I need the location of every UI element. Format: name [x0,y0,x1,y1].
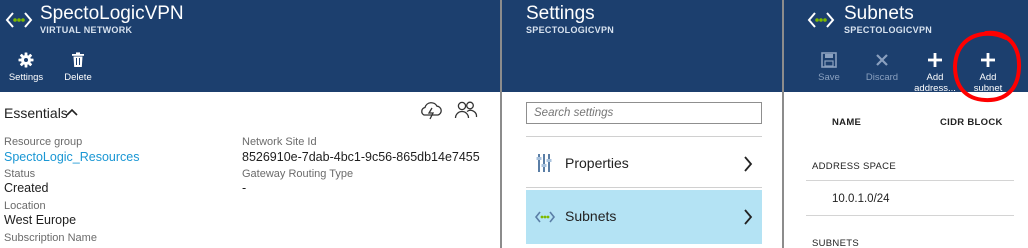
row-divider [806,180,1014,181]
users-icon[interactable] [454,100,478,120]
divider [526,187,762,188]
chevron-right-icon [744,156,753,172]
location-label: Location [4,200,46,212]
network-site-id-label: Network Site Id [242,136,317,148]
settings-blade-header: Settings SPECTOLOGICVPN [502,0,782,92]
subscription-name-label: Subscription Name [4,232,97,244]
highlight-circle [952,30,1022,103]
virtual-network-blade: SpectoLogicVPN VIRTUAL NETWORK Settings [0,0,500,248]
save-button[interactable]: Save [812,51,846,83]
column-header-cidr-block: CIDR BLOCK [940,117,1003,128]
gear-icon [18,52,34,68]
chevron-up-icon[interactable] [66,108,78,116]
settings-item-label: Subnets [565,208,617,224]
properties-icon [536,154,552,172]
add-icon [928,53,942,67]
search-settings-input[interactable] [526,102,762,124]
subnets-icon [534,211,556,223]
subnets-blade-header: Subnets SPECTOLOGICVPN Save Discard Add [784,0,1028,103]
virtual-network-icon [5,12,33,28]
vnet-blade-header: SpectoLogicVPN VIRTUAL NETWORK Settings [0,0,500,92]
settings-item-properties[interactable]: Properties [526,137,762,191]
subnets-blade: Subnets SPECTOLOGICVPN Save Discard Add [784,0,1028,248]
trash-icon [72,52,84,67]
save-icon [821,52,837,68]
status-value: Created [4,181,49,195]
column-header-name: NAME [832,117,862,128]
settings-button[interactable]: Settings [7,51,45,83]
discard-icon [876,54,888,66]
gateway-routing-type-value: - [242,181,247,195]
resource-group-link[interactable]: SpectoLogic_Resources [4,150,140,164]
discard-button-label: Discard [865,72,899,83]
settings-item-subnets[interactable]: Subnets [526,190,762,244]
location-value: West Europe [4,213,77,227]
network-site-id-value: 8526910e-7dab-4bc1-9c56-865db14e7455 [242,150,480,164]
blade-title: Settings [526,3,595,24]
delete-button-label: Delete [64,72,92,83]
add-address-label-line1: Add [926,72,944,83]
discard-button[interactable]: Discard [864,51,900,83]
blade-subtitle: VIRTUAL NETWORK [40,25,133,35]
blade-subtitle: SPECTOLOGICVPN [844,25,933,35]
address-space-row[interactable]: 10.0.1.0/24 [832,193,890,205]
blade-title: Subnets [844,3,914,24]
section-header-address-space: ADDRESS SPACE [812,161,896,172]
delete-button[interactable]: Delete [60,51,96,83]
blade-title: SpectoLogicVPN [40,3,184,24]
subnets-icon [807,12,835,28]
resource-group-label: Resource group [4,136,83,148]
blade-subtitle: SPECTOLOGICVPN [526,25,615,35]
chevron-right-icon [744,209,753,225]
gateway-routing-type-label: Gateway Routing Type [242,168,354,180]
status-label: Status [4,168,36,180]
row-divider [806,215,1014,216]
cloud-lightning-icon[interactable] [418,100,444,120]
settings-item-label: Properties [565,155,629,171]
essentials-title: Essentials [4,105,68,121]
settings-button-label: Settings [8,72,44,83]
settings-blade: Settings SPECTOLOGICVPN Properties Subne… [502,0,782,248]
save-button-label: Save [818,72,840,83]
section-header-subnets: SUBNETS [812,238,859,248]
